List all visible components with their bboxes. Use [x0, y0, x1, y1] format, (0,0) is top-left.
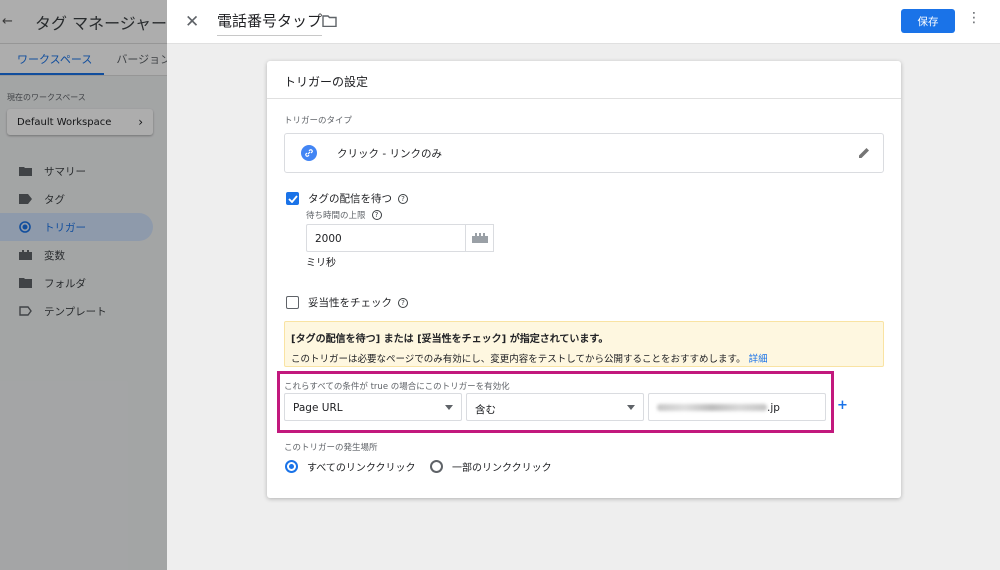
- warning-notice: [タグの配信を待つ] または [妥当性をチェック] が指定されています。 このト…: [284, 321, 884, 367]
- fire-some-option[interactable]: 一部のリンククリック: [430, 459, 552, 474]
- milliseconds-label: ミリ秒: [306, 258, 336, 269]
- notice-text: このトリガーは必要なページでのみ有効にし、変更内容をテストしてから公開することを…: [291, 354, 746, 365]
- trigger-type-value: クリック - リンクのみ: [337, 148, 442, 160]
- panel-header: ✕ 電話番号タップ 保存 ⋮: [167, 0, 1000, 44]
- learn-more-link[interactable]: 詳細: [749, 354, 768, 365]
- variable-picker-icon[interactable]: [466, 224, 494, 252]
- notice-body: このトリガーは必要なページでのみ有効にし、変更内容をテストしてから公開することを…: [291, 351, 877, 365]
- modal-overlay[interactable]: [0, 0, 167, 570]
- fire-some-radio[interactable]: [430, 460, 443, 473]
- fire-all-radio[interactable]: [285, 460, 298, 473]
- max-wait-input[interactable]: 2000: [306, 224, 466, 252]
- trigger-type-selector[interactable]: クリック - リンクのみ: [284, 133, 884, 173]
- check-validation-row: 妥当性をチェック ?: [286, 295, 408, 310]
- save-button[interactable]: 保存: [901, 9, 955, 33]
- max-wait-label-row: 待ち時間の上限 ?: [306, 209, 382, 221]
- sidebar: ← タグ マネージャー ワークスペース バージョン 現在のワークスペース Def…: [0, 0, 167, 570]
- pencil-icon[interactable]: [857, 146, 871, 160]
- fire-on-label: このトリガーの発生場所: [284, 443, 378, 453]
- trigger-type-label: トリガーのタイプ: [284, 116, 353, 126]
- fire-all-option[interactable]: すべてのリンククリック: [285, 459, 416, 474]
- fire-some-label: 一部のリンククリック: [452, 463, 552, 474]
- section-title: トリガーの設定: [267, 61, 901, 99]
- fire-all-label: すべてのリンククリック: [307, 463, 416, 474]
- more-vert-icon[interactable]: ⋮: [967, 10, 981, 26]
- folder-outline-icon[interactable]: [322, 15, 337, 27]
- wait-tags-checkbox[interactable]: [286, 192, 299, 205]
- close-icon[interactable]: ✕: [185, 12, 199, 32]
- add-condition-icon[interactable]: +: [837, 398, 848, 413]
- wait-tags-row: タグの配信を待つ ?: [286, 191, 408, 206]
- check-validation-checkbox[interactable]: [286, 296, 299, 309]
- help-icon[interactable]: ?: [371, 210, 382, 220]
- notice-title: [タグの配信を待つ] または [妥当性をチェック] が指定されています。: [291, 334, 609, 345]
- link-icon: [301, 145, 317, 161]
- trigger-editor-panel: ✕ 電話番号タップ 保存 ⋮ トリガーの設定 トリガーのタイプ クリック - リ…: [167, 0, 1000, 570]
- condition-highlight-box: [277, 371, 834, 433]
- wait-tags-label[interactable]: タグの配信を待つ: [308, 191, 392, 206]
- help-icon[interactable]: ?: [398, 193, 408, 204]
- help-icon[interactable]: ?: [398, 297, 408, 308]
- trigger-name-input[interactable]: 電話番号タップ: [217, 10, 323, 36]
- check-validation-label[interactable]: 妥当性をチェック: [308, 295, 392, 310]
- max-wait-label: 待ち時間の上限: [306, 211, 366, 221]
